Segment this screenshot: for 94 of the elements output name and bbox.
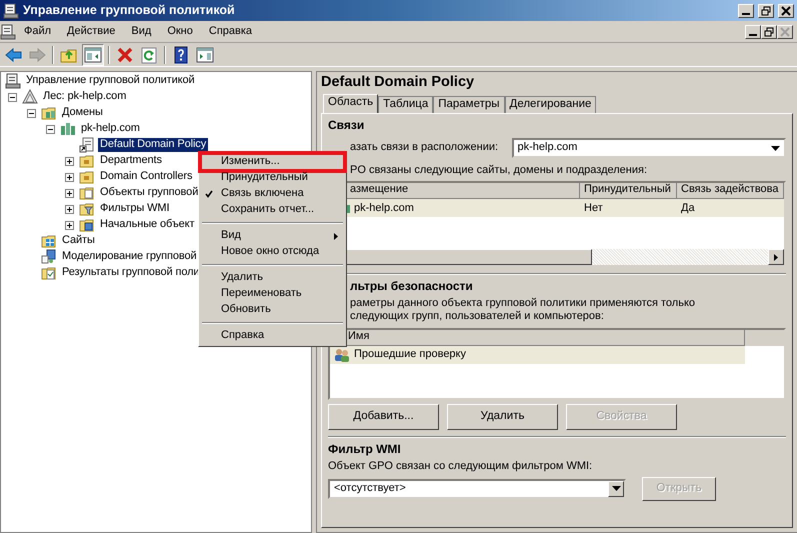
- tree-item[interactable]: Моделирование групповой: [60, 250, 199, 264]
- modeling-icon: [41, 249, 57, 265]
- minimize-button[interactable]: [738, 4, 754, 18]
- expander-icon[interactable]: [46, 124, 55, 134]
- restore-icon: [761, 6, 771, 16]
- tree-item[interactable]: Default Domain Policy: [98, 138, 208, 152]
- dropdown-arrow-icon: [770, 146, 780, 150]
- delete-icon: [116, 46, 134, 64]
- domains-folder-icon: [41, 105, 57, 121]
- tree-pane-icon: [84, 46, 102, 64]
- field-label: PO связаны следующие сайты, домены и подразделения:: [350, 164, 648, 178]
- menu-item[interactable]: Переименовать: [201, 286, 344, 302]
- description-text: следующих групп, пользователей и компьютеров:: [350, 310, 605, 324]
- tree-item[interactable]: Domain Controllers: [98, 170, 194, 184]
- section-heading: льтры безопасности: [350, 279, 474, 296]
- menu-item[interactable]: Действие: [59, 24, 124, 38]
- section-heading: Фильтр WMI: [328, 442, 402, 458]
- triangle-icon: [22, 89, 38, 105]
- scroll-right-button[interactable]: [768, 249, 784, 266]
- policy-link-icon: [79, 137, 95, 153]
- tree-item[interactable]: Начальные объект: [98, 218, 196, 232]
- section-heading: Связи: [328, 118, 366, 134]
- expander-icon[interactable]: [8, 92, 17, 102]
- users-icon: [334, 348, 350, 362]
- tree-item[interactable]: Сайты: [60, 234, 97, 248]
- field-label: Объект GPO связан со следующим фильтром WMI:: [328, 460, 594, 473]
- close-button[interactable]: [778, 4, 794, 18]
- console-icon: [0, 24, 16, 40]
- menu-item[interactable]: Удалить: [201, 270, 344, 286]
- tree-pane-button[interactable]: [82, 44, 104, 66]
- action-button[interactable]: Удалить: [447, 404, 558, 430]
- menu-item[interactable]: Изменить...: [201, 154, 344, 170]
- action-button[interactable]: Добавить...: [328, 404, 439, 430]
- restore-button[interactable]: [758, 4, 774, 18]
- expander-icon[interactable]: [65, 172, 74, 182]
- window-title: Управление групповой политикой: [23, 3, 235, 18]
- forward-icon: [28, 46, 46, 64]
- table-cell-text: Да: [680, 202, 696, 215]
- table-cell-text: pk-help.com: [353, 202, 415, 215]
- menu-item[interactable]: Новое окно отсюда: [201, 244, 344, 260]
- expander-icon[interactable]: [65, 220, 74, 230]
- expander-icon[interactable]: [65, 156, 74, 166]
- help-icon: [172, 46, 190, 64]
- menu-item[interactable]: Обновить: [201, 302, 344, 318]
- restore-icon: [764, 26, 774, 36]
- expander-icon[interactable]: [27, 108, 36, 118]
- pane-title: Default Domain Policy: [321, 74, 476, 92]
- expander-icon[interactable]: [65, 188, 74, 198]
- check-icon: [205, 190, 213, 198]
- tree-item[interactable]: Управление групповой политикой: [24, 74, 197, 88]
- menu-item[interactable]: Файл: [16, 24, 60, 38]
- folder-icon: [79, 185, 95, 201]
- close-icon: [781, 6, 791, 16]
- tree-item[interactable]: Домены: [60, 106, 105, 120]
- menu-item[interactable]: Принудительный: [201, 170, 344, 186]
- folder-icon: [79, 153, 95, 169]
- tree-item[interactable]: Объекты групповой: [98, 186, 200, 200]
- minimize-icon: [742, 12, 750, 14]
- filter-folder-icon: [79, 201, 95, 217]
- menu-item[interactable]: Сохранить отчет...: [201, 202, 344, 218]
- expander-icon[interactable]: [65, 204, 74, 214]
- menu-item[interactable]: Вид: [123, 24, 160, 38]
- right-arrow-icon: [774, 254, 778, 261]
- field-label: азать связи в расположении:: [350, 141, 498, 155]
- tab[interactable]: Область: [323, 94, 378, 113]
- tab[interactable]: Делегирование: [504, 96, 596, 113]
- description-text: раметры данного объекта групповой политики применяются только: [350, 297, 696, 310]
- close-icon: [780, 26, 790, 36]
- tree-item[interactable]: Лес: pk-help.com: [41, 90, 128, 104]
- tree-item[interactable]: Departments: [98, 154, 164, 168]
- restore-button[interactable]: [761, 24, 777, 38]
- wmi-filter-dropdown[interactable]: <отсутствует>: [328, 478, 626, 499]
- minimize-icon: [749, 34, 757, 36]
- results-icon: [41, 265, 57, 281]
- dropdown-arrow-icon: [612, 486, 620, 492]
- table-cell-text: Нет: [583, 202, 604, 215]
- action-pane-icon: [196, 46, 214, 64]
- console-icon: [5, 73, 21, 89]
- menu-item[interactable]: Вид: [201, 228, 344, 244]
- sites-folder-icon: [41, 233, 57, 249]
- refresh-icon: [140, 46, 158, 64]
- tab[interactable]: Таблица: [378, 96, 434, 113]
- folder-icon: [79, 169, 95, 185]
- console-icon: [3, 2, 19, 18]
- menu-item[interactable]: Справка: [200, 24, 260, 38]
- folder-icon: [79, 217, 95, 233]
- minimize-button[interactable]: [745, 24, 761, 38]
- tree-item[interactable]: Фильтры WMI: [98, 202, 172, 216]
- location-dropdown[interactable]: pk-help.com: [512, 138, 786, 158]
- tab[interactable]: Параметры: [433, 96, 505, 113]
- menu-item[interactable]: Окно: [159, 24, 201, 38]
- back-icon: [4, 46, 22, 64]
- submenu-arrow-icon: [334, 232, 338, 240]
- tree-item[interactable]: pk-help.com: [79, 122, 142, 136]
